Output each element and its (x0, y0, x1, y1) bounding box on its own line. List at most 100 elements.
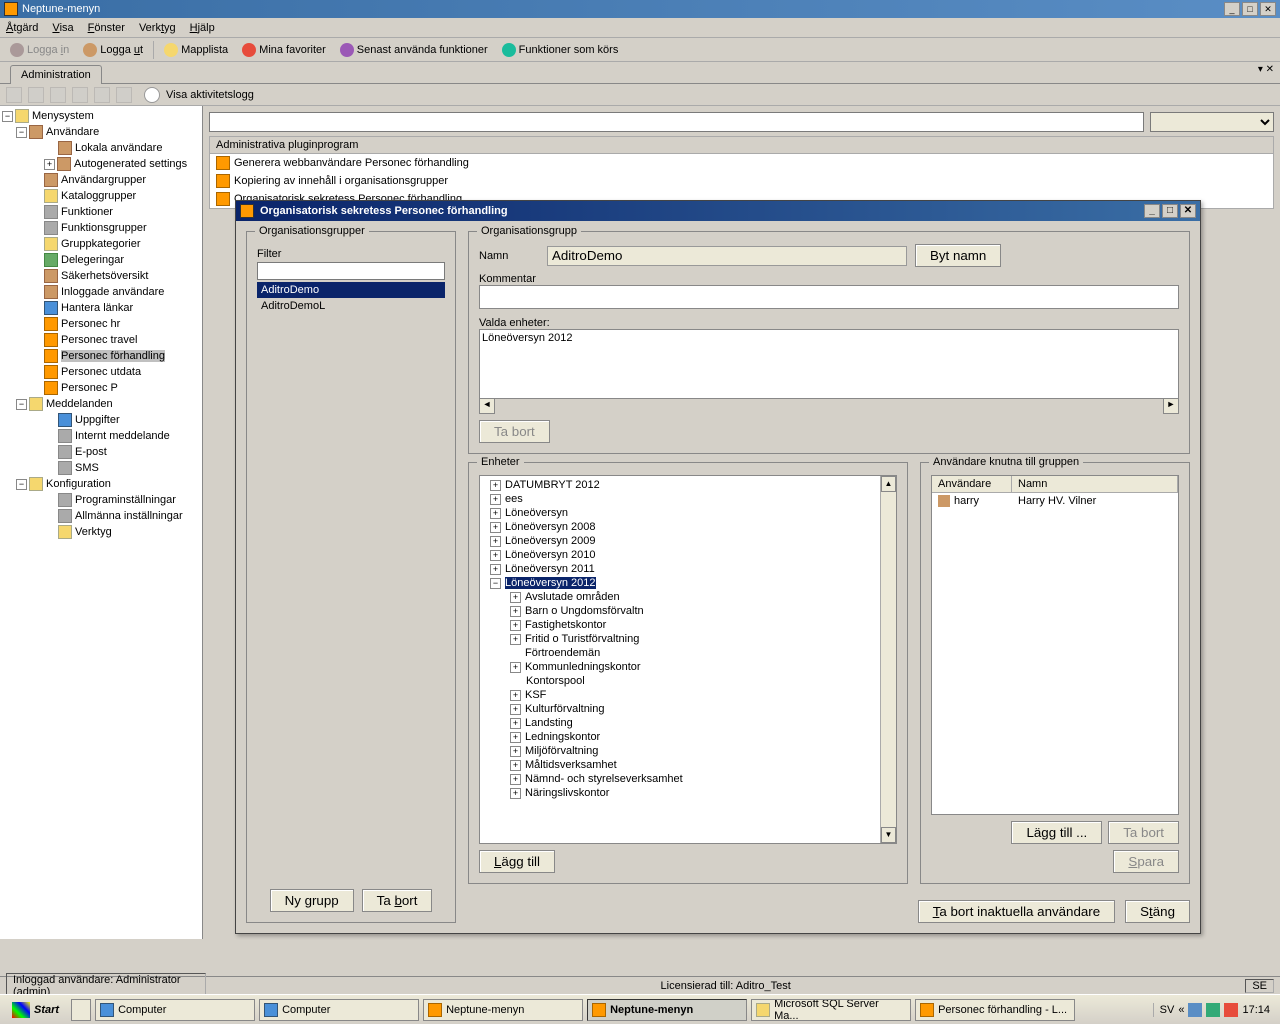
plugin-item[interactable]: Generera webbanvändare Personec förhandl… (210, 154, 1273, 172)
expand-icon[interactable]: + (490, 564, 501, 575)
logout-button[interactable]: Logga ut (79, 41, 147, 59)
plugin-icon (216, 174, 230, 188)
delete-group-button[interactable]: Ta bort (362, 889, 433, 912)
add-user-button[interactable]: Lägg till ... (1011, 821, 1102, 844)
remove-unit-button[interactable]: Ta bort (479, 420, 550, 443)
menu-view[interactable]: Visa (52, 22, 73, 34)
units-tree[interactable]: +DATUMBRYT 2012 +ees +Löneöversyn +Löneö… (479, 475, 897, 844)
user-icon (938, 495, 950, 507)
expand-icon[interactable]: + (510, 704, 521, 715)
rename-button[interactable]: Byt namn (915, 244, 1001, 267)
name-input[interactable] (547, 246, 907, 266)
search-input[interactable] (209, 112, 1144, 132)
tray-icon[interactable] (1188, 1003, 1202, 1017)
menu-action[interactable]: Åtgärd (6, 22, 38, 34)
personec-icon (44, 333, 58, 347)
scroll-right-button[interactable]: ► (1163, 398, 1179, 414)
remove-inactive-button[interactable]: Ta bort inaktuella användare (918, 900, 1115, 923)
remove-user-button[interactable]: Ta bort (1108, 821, 1179, 844)
running-button[interactable]: Funktioner som körs (498, 41, 623, 59)
org-item[interactable]: AditroDemo (257, 282, 445, 298)
start-button[interactable]: Start (4, 1000, 67, 1020)
dialog-title-bar[interactable]: Organisatorisk sekretess Personec förhan… (236, 201, 1200, 221)
expand-icon[interactable]: + (490, 508, 501, 519)
expand-icon[interactable]: + (510, 788, 521, 799)
expand-icon[interactable]: + (510, 620, 521, 631)
tab-administration[interactable]: Administration (10, 65, 102, 84)
favorites-button[interactable]: Mina favoriter (238, 41, 330, 59)
recent-button[interactable]: Senast använda funktioner (336, 41, 492, 59)
expand-icon[interactable]: + (510, 662, 521, 673)
navigation-tree[interactable]: −Menysystem −Användare Lokala användare … (0, 106, 203, 939)
filter-select[interactable] (1150, 112, 1274, 132)
close-dialog-button[interactable]: Stäng (1125, 900, 1190, 923)
expand-icon[interactable]: + (510, 760, 521, 771)
app-icon (592, 1003, 606, 1017)
taskbar-item-active[interactable]: Neptune-menyn (587, 999, 747, 1021)
comment-input[interactable] (479, 285, 1179, 309)
expand-icon[interactable]: + (510, 774, 521, 785)
taskbar-item[interactable]: Computer (259, 999, 419, 1021)
new-group-button[interactable]: Ny grupp (270, 889, 354, 912)
collapse-icon[interactable]: − (16, 127, 27, 138)
tab-controls[interactable]: ▾ ✕ (1258, 64, 1274, 75)
expand-icon[interactable]: + (44, 159, 55, 170)
org-list[interactable]: AditroDemo AditroDemoL (257, 282, 445, 881)
expand-icon[interactable]: + (490, 522, 501, 533)
dialog-minimize-button[interactable]: _ (1144, 204, 1160, 218)
collapse-icon[interactable]: − (16, 479, 27, 490)
scroll-up-button[interactable]: ▲ (881, 476, 896, 492)
taskbar-item[interactable]: Computer (95, 999, 255, 1021)
save-button[interactable]: Spara (1113, 850, 1179, 873)
tray-icon[interactable] (1206, 1003, 1220, 1017)
expand-icon[interactable]: + (490, 536, 501, 547)
menu-tools[interactable]: Verktyg (139, 22, 176, 34)
clock[interactable]: 17:14 (1242, 1004, 1270, 1016)
tray-expand-icon[interactable]: « (1178, 1004, 1184, 1016)
org-item[interactable]: AditroDemoL (257, 298, 445, 314)
selected-units-list[interactable]: Löneöversyn 2012 (479, 329, 1179, 399)
quicklaunch-icon[interactable] (71, 999, 91, 1021)
expand-icon[interactable]: + (510, 592, 521, 603)
tray-icon[interactable] (1224, 1003, 1238, 1017)
menu-window[interactable]: Fönster (88, 22, 125, 34)
delegation-icon (44, 253, 58, 267)
taskbar-item[interactable]: Personec förhandling - L... (915, 999, 1075, 1021)
expand-icon[interactable]: + (510, 690, 521, 701)
col-name[interactable]: Namn (1012, 476, 1178, 492)
add-unit-button[interactable]: Lägg till (479, 850, 555, 873)
scrollbar[interactable]: ▲ ▼ (880, 476, 896, 843)
maximize-button[interactable]: □ (1242, 2, 1258, 16)
user-row[interactable]: harry Harry HV. Vilner (932, 493, 1178, 509)
expand-icon[interactable]: + (510, 746, 521, 757)
scroll-left-button[interactable]: ◄ (479, 398, 495, 414)
dialog-maximize-button[interactable]: □ (1162, 204, 1178, 218)
filter-input[interactable] (257, 262, 445, 280)
org-secrecy-dialog: Organisatorisk sekretess Personec förhan… (235, 200, 1201, 934)
config-icon (29, 477, 43, 491)
col-user[interactable]: Användare (932, 476, 1012, 492)
expand-icon[interactable]: + (510, 634, 521, 645)
expand-icon[interactable]: + (490, 494, 501, 505)
minimize-button[interactable]: _ (1224, 2, 1240, 16)
collapse-icon[interactable]: − (16, 399, 27, 410)
expand-icon[interactable]: + (490, 480, 501, 491)
expand-icon[interactable]: + (510, 732, 521, 743)
expand-icon[interactable]: + (510, 606, 521, 617)
expand-icon[interactable]: + (490, 550, 501, 561)
lang-indicator[interactable]: SV (1160, 1004, 1175, 1016)
plugin-item[interactable]: Kopiering av innehåll i organisationsgru… (210, 172, 1273, 190)
search-icon[interactable] (144, 87, 160, 103)
show-activity-log[interactable]: Visa aktivitetslogg (166, 89, 254, 101)
collapse-icon[interactable]: − (2, 111, 13, 122)
taskbar-item[interactable]: Neptune-menyn (423, 999, 583, 1021)
scroll-down-button[interactable]: ▼ (881, 827, 896, 843)
menu-help[interactable]: Hjälp (190, 22, 215, 34)
expand-icon[interactable]: + (510, 718, 521, 729)
dialog-close-button[interactable]: ✕ (1180, 204, 1196, 218)
folderlist-button[interactable]: Mapplista (160, 41, 232, 59)
collapse-icon[interactable]: − (490, 578, 501, 589)
close-button[interactable]: ✕ (1260, 2, 1276, 16)
taskbar-item[interactable]: Microsoft SQL Server Ma... (751, 999, 911, 1021)
login-button[interactable]: Logga in (6, 41, 73, 59)
